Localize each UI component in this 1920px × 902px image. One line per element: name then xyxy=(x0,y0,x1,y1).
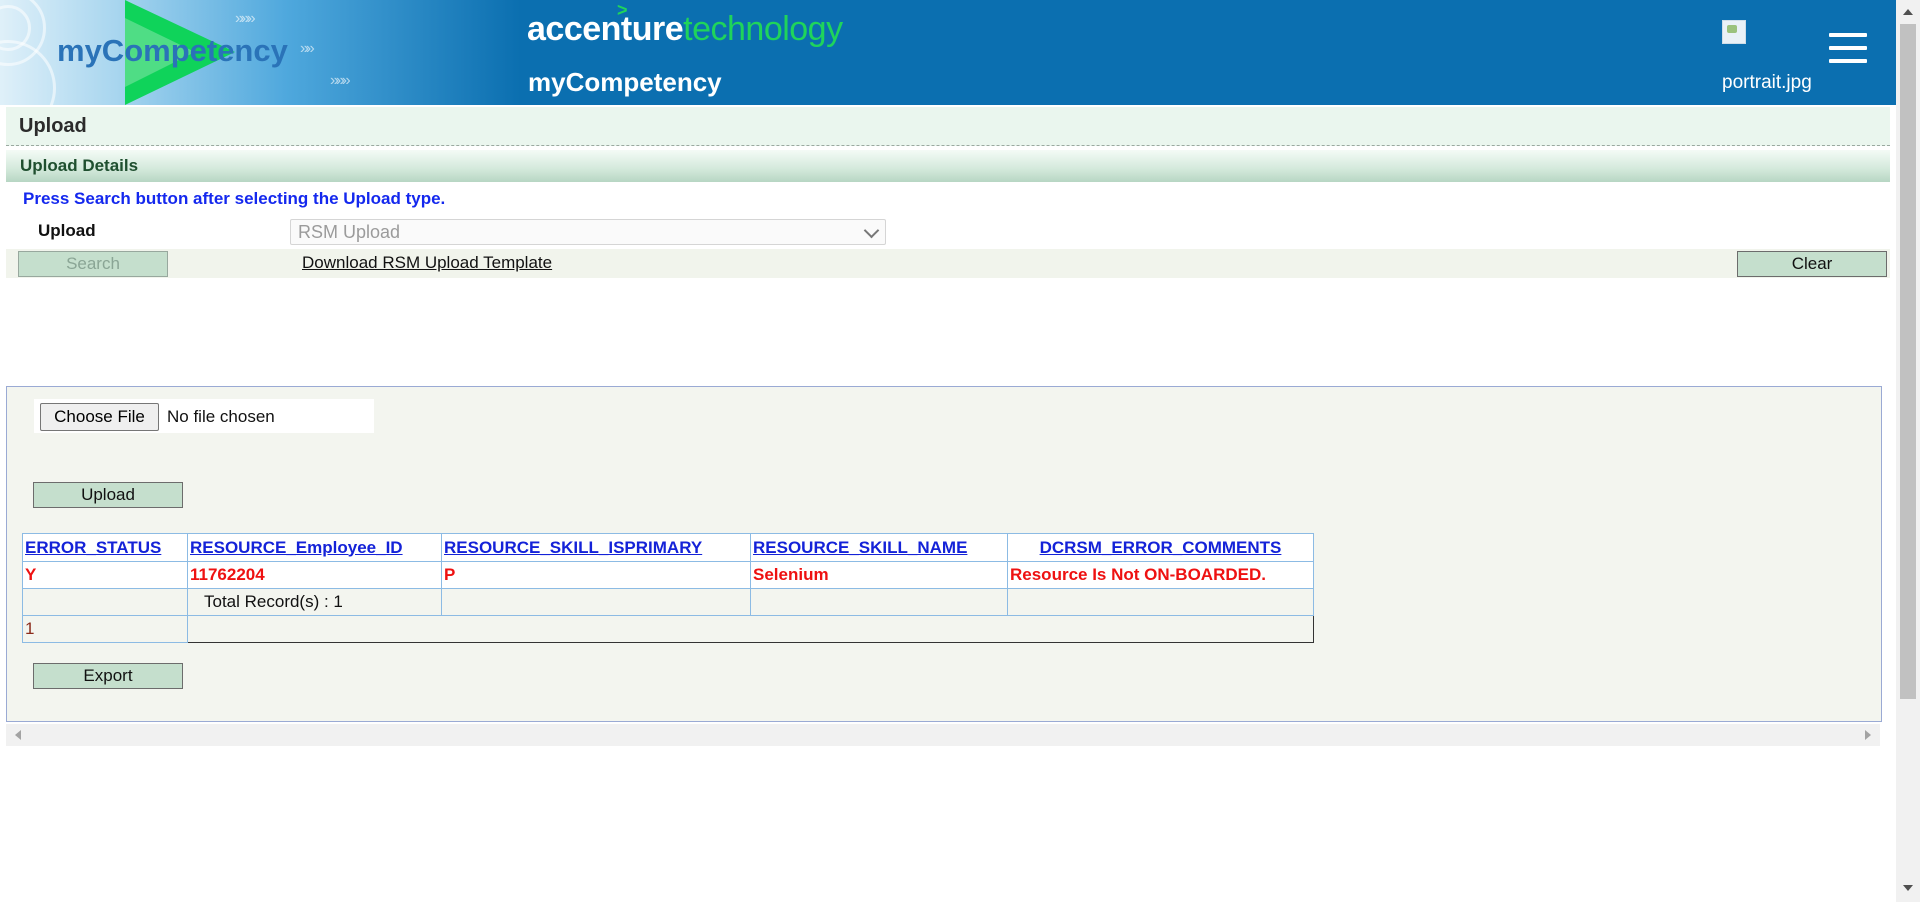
cell-employee-id: 11762204 xyxy=(187,561,442,589)
banner-app-title: myCompetency xyxy=(57,33,288,68)
pager-page-1[interactable]: 1 xyxy=(25,619,34,638)
upload-panel: Choose File No file chosen Upload ERROR_… xyxy=(6,386,1882,722)
total-records: Total Record(s) : 1 xyxy=(187,588,442,616)
download-template-link[interactable]: Download RSM Upload Template xyxy=(302,253,552,273)
choose-file-button[interactable]: Choose File xyxy=(40,403,159,431)
brand-primary: accenture xyxy=(527,10,684,48)
cell-skill-name: Selenium xyxy=(750,561,1008,589)
scroll-down-arrow-icon[interactable] xyxy=(1903,885,1913,891)
page-title: Upload xyxy=(19,115,87,137)
section-title: Upload Details xyxy=(20,156,139,175)
instruction-text: Press Search button after selecting the … xyxy=(23,189,446,208)
pager-row: 1 xyxy=(22,615,1314,643)
footer-empty-cell xyxy=(1007,588,1314,616)
column-header-skill-isprimary[interactable]: RESOURCE_SKILL_ISPRIMARY xyxy=(441,533,751,562)
table-header-row: ERROR_STATUS RESOURCE_Employee_ID RESOUR… xyxy=(22,533,1314,562)
column-header-employee-id[interactable]: RESOURCE_Employee_ID xyxy=(187,533,442,562)
chevron-down-icon xyxy=(863,222,880,239)
column-header-error-comments[interactable]: DCRSM_ERROR_COMMENTS xyxy=(1007,533,1314,562)
search-button[interactable]: Search xyxy=(18,251,168,277)
app-header: »»» »»» »» myCompetency > accenturetechn… xyxy=(0,0,1896,105)
scroll-left-arrow-icon[interactable] xyxy=(15,730,21,740)
search-toolbar xyxy=(6,249,1890,278)
export-button[interactable]: Export xyxy=(33,663,183,689)
broken-image-icon xyxy=(1722,20,1746,44)
column-header-error-status[interactable]: ERROR_STATUS xyxy=(22,533,188,562)
scroll-right-arrow-icon[interactable] xyxy=(1865,730,1871,740)
pager-cell: 1 xyxy=(22,615,188,643)
upload-type-select[interactable]: RSM Upload xyxy=(290,219,886,245)
user-portrait[interactable]: portrait.jpg xyxy=(1722,20,1812,94)
brand-logo: accenturetechnology xyxy=(527,10,843,49)
file-status-text: No file chosen xyxy=(167,407,275,426)
hamburger-menu-icon[interactable] xyxy=(1829,33,1867,67)
error-results-table: ERROR_STATUS RESOURCE_Employee_ID RESOUR… xyxy=(22,533,1314,643)
brand-secondary: technology xyxy=(683,10,843,48)
page-title-bar: Upload xyxy=(6,107,1890,146)
scroll-up-arrow-icon[interactable] xyxy=(1903,9,1913,15)
pager-fill xyxy=(187,615,1314,643)
footer-empty-cell xyxy=(750,588,1008,616)
footer-empty-cell xyxy=(22,588,188,616)
app-name: myCompetency xyxy=(528,67,722,97)
upload-type-value: RSM Upload xyxy=(298,222,401,242)
file-input[interactable]: Choose File No file chosen xyxy=(34,399,374,433)
scrollbar-thumb[interactable] xyxy=(1900,24,1916,699)
horizontal-scrollbar[interactable] xyxy=(6,724,1880,746)
header-banner-art: »»» »»» »» myCompetency xyxy=(0,0,520,105)
vertical-scrollbar[interactable] xyxy=(1896,0,1920,902)
portrait-alt-text: portrait.jpg xyxy=(1722,72,1812,93)
upload-button[interactable]: Upload xyxy=(33,482,183,508)
clear-button[interactable]: Clear xyxy=(1737,251,1887,277)
upload-type-label: Upload xyxy=(38,221,96,240)
table-footer-row: Total Record(s) : 1 xyxy=(22,588,1314,616)
cell-skill-isprimary: P xyxy=(441,561,751,589)
cell-error-comments: Resource Is Not ON-BOARDED. xyxy=(1007,561,1314,589)
table-row: Y 11762204 P Selenium Resource Is Not ON… xyxy=(22,561,1314,589)
cell-error-status: Y xyxy=(22,561,188,589)
column-header-skill-name[interactable]: RESOURCE_SKILL_NAME xyxy=(750,533,1008,562)
footer-empty-cell xyxy=(441,588,751,616)
section-header: Upload Details xyxy=(6,150,1890,182)
